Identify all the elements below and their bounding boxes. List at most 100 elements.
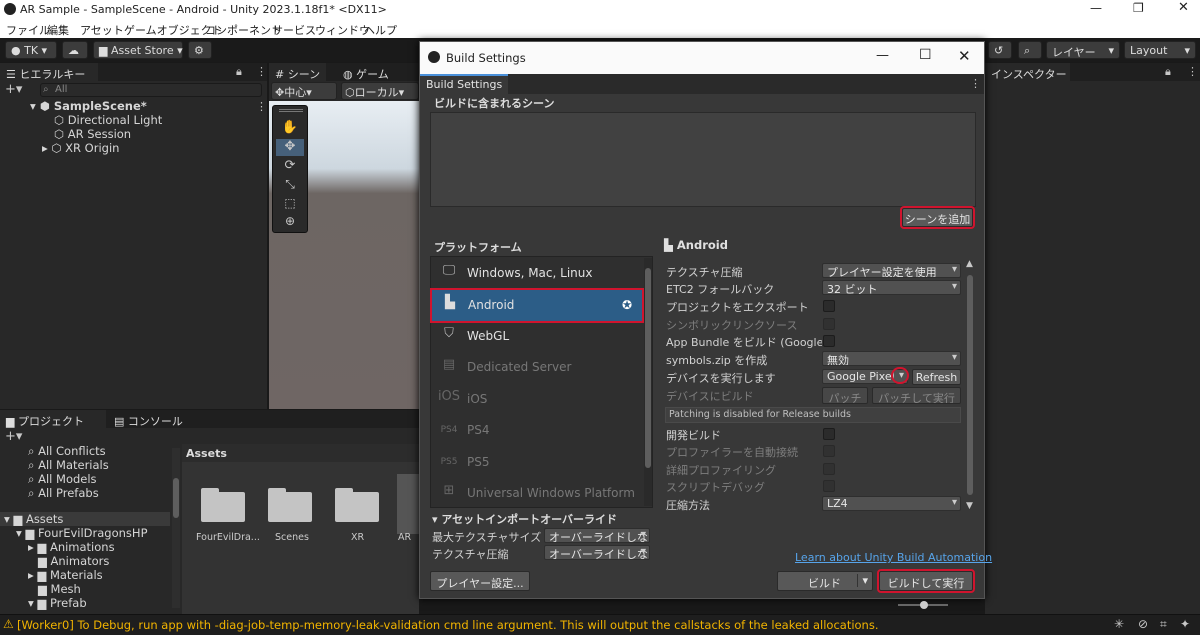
favorite-item[interactable]: ⌕ All Prefabs <box>28 486 99 501</box>
hierarchy-search-input[interactable]: ⌕ All <box>40 83 262 97</box>
tree-scrollbar[interactable] <box>172 448 180 608</box>
more-icon[interactable]: ⋮ <box>256 65 267 78</box>
build-button[interactable]: ビルド ▾ <box>777 571 873 591</box>
platform-item-ios[interactable]: iOS iOS <box>431 384 642 415</box>
script-debug-checkbox[interactable] <box>823 480 835 492</box>
platform-scrollbar[interactable] <box>644 258 652 506</box>
more-icon[interactable]: ⋮ <box>970 77 981 90</box>
minimize-icon[interactable]: — <box>1090 1 1102 15</box>
autoconnect-profiler-checkbox[interactable] <box>823 445 835 457</box>
tab-game[interactable]: ◍ ゲーム <box>337 63 395 82</box>
favorite-item[interactable]: ⌕ All Conflicts <box>28 444 106 459</box>
add-button[interactable]: +▾ <box>5 429 22 444</box>
platform-item-ps4[interactable]: PS4 PS4 <box>431 415 642 446</box>
platform-item-ps5[interactable]: PS5 PS5 <box>431 447 642 478</box>
scene-root[interactable]: ▾ ⬢ SampleScene* <box>30 99 147 113</box>
platform-item-windows[interactable]: 🖵︎ Windows, Mac, Linux <box>431 258 642 289</box>
cloud-button[interactable]: ☁ <box>62 41 88 59</box>
import-texture-compression-dropdown[interactable]: オーバーライドしな <box>544 545 650 560</box>
assets-root[interactable]: ▾ ▆ Assets <box>0 512 170 526</box>
platform-item-webgl[interactable]: ⛉ WebGL <box>431 321 642 352</box>
minimize-icon[interactable]: — <box>876 48 889 63</box>
progress-icon[interactable]: ⊘ <box>1138 617 1148 631</box>
search-button[interactable]: ⌕ <box>1018 41 1042 59</box>
symlink-sources-checkbox[interactable] <box>823 318 835 330</box>
tree-folder[interactable]: ▆ Animators <box>38 554 109 568</box>
tab-hierarchy[interactable]: ☰ ヒエラルキー <box>0 63 98 82</box>
settings-button[interactable]: ⚙ <box>188 41 212 59</box>
tree-item[interactable]: ⬡ AR Session <box>54 127 131 141</box>
tree-item[interactable]: ⬡ Directional Light <box>54 113 162 127</box>
menu-services[interactable]: サービス <box>272 22 316 38</box>
asset-folder[interactable] <box>335 486 379 522</box>
zoom-slider[interactable] <box>898 601 948 609</box>
menu-help[interactable]: ヘルプ <box>364 22 397 38</box>
scale-tool-icon[interactable]: ⤡ <box>276 177 304 194</box>
menu-file[interactable]: ファイル <box>6 22 50 38</box>
tree-folder[interactable]: ▾ ▆ Prefab <box>28 596 87 610</box>
texture-compression-dropdown[interactable]: プレイヤー設定を使用 <box>822 263 961 278</box>
refresh-button[interactable]: Refresh <box>912 369 961 385</box>
tree-folder[interactable]: ▸ ▆ Animations <box>28 540 115 554</box>
favorite-item[interactable]: ⌕ All Models <box>28 472 97 487</box>
deep-profiling-checkbox[interactable] <box>823 463 835 475</box>
menu-component[interactable]: コンポーネント <box>205 22 282 38</box>
hand-tool-icon[interactable]: ✋ <box>276 120 304 137</box>
debug-icon[interactable]: ✳ <box>1114 617 1124 631</box>
add-scene-button[interactable]: シーンを追加 <box>900 206 975 229</box>
max-texture-dropdown[interactable]: オーバーライドしな <box>544 528 650 543</box>
etc2-fallback-dropdown[interactable]: 32 ビット <box>822 280 961 295</box>
app-bundle-checkbox[interactable] <box>823 335 835 347</box>
rotate-tool-icon[interactable]: ⟳ <box>276 158 304 175</box>
tree-item[interactable]: ▸ ⬡ XR Origin <box>42 141 119 155</box>
settings-scrollbar[interactable]: ▲ ▼ <box>965 259 975 513</box>
asset-folder[interactable] <box>201 486 245 522</box>
close-icon[interactable]: ✕ <box>958 47 971 65</box>
tab-inspector[interactable]: インスペクター <box>985 63 1070 82</box>
tree-folder[interactable]: ▾ ▆ FourEvilDragonsHP <box>16 526 148 540</box>
favorite-item[interactable]: ⌕ All Materials <box>28 458 109 473</box>
space-dropdown[interactable]: ⬡ローカル▾ <box>341 82 419 100</box>
learn-build-automation-link[interactable]: Learn about Unity Build Automation <box>795 551 992 564</box>
move-tool-icon[interactable]: ✥ <box>276 139 304 156</box>
tree-folder[interactable]: ▆ Mesh <box>38 582 81 596</box>
add-button[interactable]: +▾ <box>5 82 22 97</box>
tab-build-settings[interactable]: Build Settings <box>420 74 508 94</box>
tab-project[interactable]: ▆ プロジェクト <box>0 410 106 429</box>
compression-dropdown[interactable]: LZ4 <box>822 496 961 511</box>
light-icon[interactable]: ✦ <box>1180 617 1190 631</box>
pivot-dropdown[interactable]: ✥中心▾ <box>271 82 337 100</box>
menu-edit[interactable]: 編集 <box>47 22 69 38</box>
lock-icon[interactable]: 🔒︎ <box>236 65 242 79</box>
patch-and-run-button[interactable]: パッチして実行 <box>872 387 961 404</box>
asset-item[interactable] <box>397 474 419 534</box>
platform-item-dedicated-server[interactable]: ▤ Dedicated Server <box>431 352 642 383</box>
account-button[interactable]: ● TK ▾ <box>5 41 57 59</box>
asset-folder[interactable] <box>268 486 312 522</box>
patch-button[interactable]: パッチ <box>822 387 868 404</box>
menu-assets[interactable]: アセット <box>80 22 124 38</box>
export-project-checkbox[interactable] <box>823 300 835 312</box>
lock-icon[interactable]: 🔒︎ <box>1165 65 1171 79</box>
asset-store-button[interactable]: ▆ Asset Store ▾ <box>93 41 183 59</box>
transform-tool-icon[interactable]: ⊕ <box>276 214 304 231</box>
platform-item-android[interactable]: ▙ Android ✪ <box>430 288 644 323</box>
close-icon[interactable]: ✕ <box>1178 0 1189 15</box>
scenes-list[interactable] <box>430 112 976 207</box>
tab-console[interactable]: ▤ コンソール <box>108 410 189 429</box>
menu-window[interactable]: ウィンドウ <box>315 22 370 38</box>
tree-folder[interactable]: ▸ ▆ Materials <box>28 568 103 582</box>
status-message[interactable]: [Worker0] To Debug, run app with -diag-j… <box>17 618 879 632</box>
player-settings-button[interactable]: プレイヤー設定... <box>430 571 530 591</box>
dev-build-checkbox[interactable] <box>823 428 835 440</box>
maximize-icon[interactable]: ❐ <box>1133 1 1144 15</box>
layout-dropdown[interactable]: Layout ▾ <box>1124 41 1196 59</box>
asset-import-header[interactable]: ▾ アセットインポートオーバーライド <box>432 511 617 527</box>
maximize-icon[interactable]: ☐ <box>919 47 932 63</box>
symbols-zip-dropdown[interactable]: 無効 <box>822 351 961 366</box>
tab-scene[interactable]: # シーン <box>269 63 327 82</box>
history-button[interactable]: ↺ <box>988 41 1012 59</box>
more-icon[interactable]: ⋮ <box>1187 65 1198 78</box>
rect-tool-icon[interactable]: ⬚ <box>276 196 304 213</box>
build-and-run-button[interactable]: ビルドして実行 <box>877 569 975 593</box>
